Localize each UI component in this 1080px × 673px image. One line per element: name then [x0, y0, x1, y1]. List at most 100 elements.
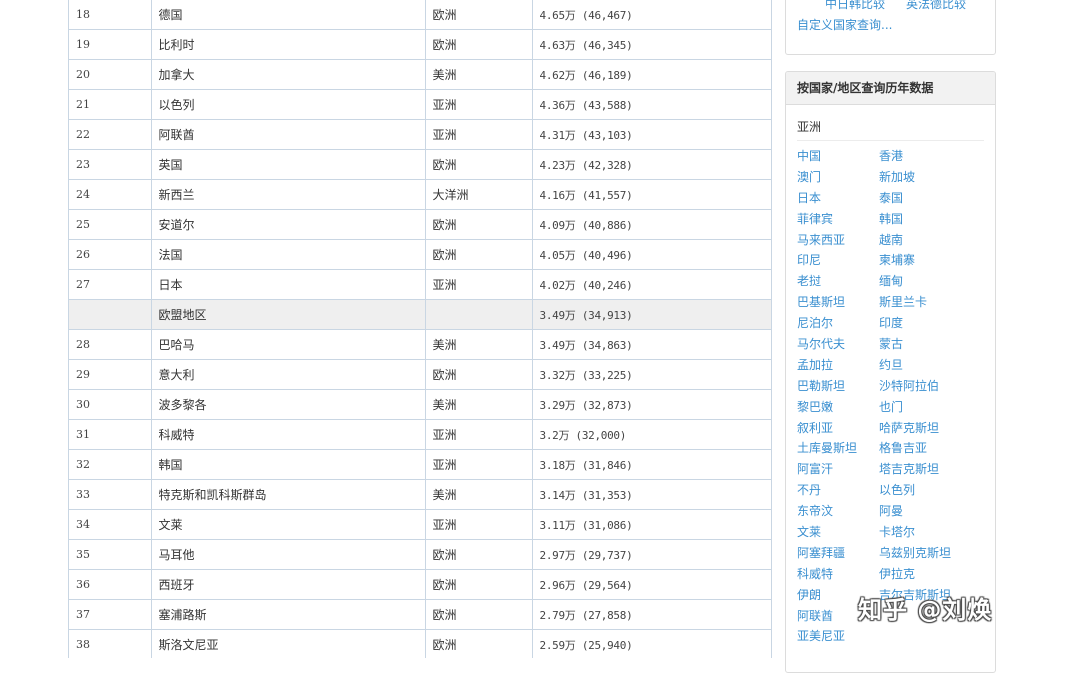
rank-cell: 25	[69, 209, 152, 240]
value-cell: 4.05万 (40,496)	[532, 239, 771, 270]
ranking-table: 18 德国 欧洲 4.65万 (46,467) 19 比利时 欧洲 4.63万 (46,345…	[69, 0, 771, 658]
country-link[interactable]: 约旦	[879, 355, 979, 376]
country-link[interactable]: 不丹	[797, 480, 879, 501]
panel-title: 按国家/地区查询历年数据	[786, 72, 995, 105]
country-link[interactable]: 亚美尼亚	[797, 626, 879, 647]
value-cell: 2.79万 (27,858)	[532, 599, 771, 630]
table-row: 19 比利时 欧洲 4.63万 (46,345)	[69, 29, 771, 60]
country-cell: 比利时	[151, 29, 426, 60]
region-cell: 欧洲	[425, 569, 533, 600]
value-cell: 4.31万 (43,103)	[532, 119, 771, 150]
country-link[interactable]: 日本	[797, 188, 879, 209]
country-link[interactable]: 沙特阿拉伯	[879, 376, 979, 397]
compare-link-cjk[interactable]: 中日韩比较	[825, 0, 885, 12]
value-cell: 2.96万 (29,564)	[532, 569, 771, 600]
region-cell: 欧洲	[425, 209, 533, 240]
country-link[interactable]: 印度	[879, 313, 979, 334]
value-cell: 3.49万 (34,863)	[532, 329, 771, 360]
region-cell: 亚洲	[425, 269, 533, 300]
country-link[interactable]: 土库曼斯坦	[797, 438, 879, 459]
country-link[interactable]: 阿曼	[879, 501, 979, 522]
compare-panel: 中日韩比较 英法德比较 自定义国家查询...	[785, 0, 996, 55]
country-link[interactable]: 以色列	[879, 480, 979, 501]
country-link[interactable]: 东帝汶	[797, 501, 879, 522]
region-cell: 欧洲	[425, 539, 533, 570]
rank-cell: 28	[69, 329, 152, 360]
table-row: 36 西班牙 欧洲 2.96万 (29,564)	[69, 569, 771, 600]
country-link[interactable]: 科威特	[797, 564, 879, 585]
country-link[interactable]: 伊拉克	[879, 564, 979, 585]
rank-cell: 27	[69, 269, 152, 300]
rank-cell: 22	[69, 119, 152, 150]
country-link[interactable]: 泰国	[879, 188, 979, 209]
watermark: 知乎 @刘焕	[858, 596, 993, 624]
table-row: 18 德国 欧洲 4.65万 (46,467)	[69, 0, 771, 30]
region-cell: 亚洲	[425, 419, 533, 450]
value-cell: 4.02万 (40,246)	[532, 269, 771, 300]
country-link[interactable]: 缅甸	[879, 271, 979, 292]
country-link[interactable]: 巴基斯坦	[797, 292, 879, 313]
country-cell: 塞浦路斯	[151, 599, 426, 630]
rank-cell: 23	[69, 149, 152, 180]
table-row: 20 加拿大 美洲 4.62万 (46,189)	[69, 59, 771, 90]
table-row: 24 新西兰 大洋洲 4.16万 (41,557)	[69, 179, 771, 210]
country-link[interactable]: 孟加拉	[797, 355, 879, 376]
region-cell: 亚洲	[425, 89, 533, 120]
country-link[interactable]: 哈萨克斯坦	[879, 418, 979, 439]
country-link[interactable]: 也门	[879, 397, 979, 418]
region-cell: 欧洲	[425, 0, 533, 30]
country-link[interactable]: 尼泊尔	[797, 313, 879, 334]
value-cell: 2.97万 (29,737)	[532, 539, 771, 570]
country-link[interactable]: 柬埔寨	[879, 250, 979, 271]
country-link[interactable]: 马来西亚	[797, 230, 879, 251]
table-row: 23 英国 欧洲 4.23万 (42,328)	[69, 149, 771, 180]
country-link[interactable]: 中国	[797, 146, 879, 167]
country-cell: 科威特	[151, 419, 426, 450]
country-link[interactable]: 阿富汗	[797, 459, 879, 480]
country-link[interactable]: 阿塞拜疆	[797, 543, 879, 564]
country-link[interactable]: 新加坡	[879, 167, 979, 188]
country-link[interactable]: 澳门	[797, 167, 879, 188]
country-link[interactable]: 黎巴嫩	[797, 397, 879, 418]
country-link[interactable]: 卡塔尔	[879, 522, 979, 543]
value-cell: 4.09万 (40,886)	[532, 209, 771, 240]
country-link[interactable]: 巴勒斯坦	[797, 376, 879, 397]
country-cell: 安道尔	[151, 209, 426, 240]
country-link[interactable]: 乌兹别克斯坦	[879, 543, 979, 564]
country-link[interactable]: 斯里兰卡	[879, 292, 979, 313]
country-link[interactable]: 格鲁吉亚	[879, 438, 979, 459]
value-cell: 3.2万 (32,000)	[532, 419, 771, 450]
rank-cell: 30	[69, 389, 152, 420]
region-cell: 亚洲	[425, 509, 533, 540]
table-row: 25 安道尔 欧洲 4.09万 (40,886)	[69, 209, 771, 240]
table-row: 32 韩国 亚洲 3.18万 (31,846)	[69, 449, 771, 480]
country-cell: 新西兰	[151, 179, 426, 210]
country-link[interactable]: 塔吉克斯坦	[879, 459, 979, 480]
table-row: 29 意大利 欧洲 3.32万 (33,225)	[69, 359, 771, 390]
table-row: 30 波多黎各 美洲 3.29万 (32,873)	[69, 389, 771, 420]
country-cell: 特克斯和凯科斯群岛	[151, 479, 426, 510]
country-link[interactable]: 蒙古	[879, 334, 979, 355]
value-cell: 4.36万 (43,588)	[532, 89, 771, 120]
country-link[interactable]: 印尼	[797, 250, 879, 271]
country-link[interactable]: 文莱	[797, 522, 879, 543]
country-link[interactable]: 叙利亚	[797, 418, 879, 439]
country-link[interactable]: 马尔代夫	[797, 334, 879, 355]
country-cell: 以色列	[151, 89, 426, 120]
country-cell: 波多黎各	[151, 389, 426, 420]
compare-link-ukfrde[interactable]: 英法德比较	[906, 0, 966, 12]
rank-cell: 32	[69, 449, 152, 480]
country-link[interactable]: 韩国	[879, 209, 979, 230]
value-cell: 4.65万 (46,467)	[532, 0, 771, 30]
country-link[interactable]: 香港	[879, 146, 979, 167]
country-link	[879, 626, 979, 647]
custom-country-query-link[interactable]: 自定义国家查询...	[797, 16, 892, 33]
region-cell: 美洲	[425, 329, 533, 360]
region-cell: 美洲	[425, 389, 533, 420]
value-cell: 3.49万 (34,913)	[532, 299, 771, 330]
value-cell: 4.63万 (46,345)	[532, 29, 771, 60]
country-link[interactable]: 菲律宾	[797, 209, 879, 230]
country-link[interactable]: 老挝	[797, 271, 879, 292]
region-cell: 美洲	[425, 59, 533, 90]
country-link[interactable]: 越南	[879, 230, 979, 251]
